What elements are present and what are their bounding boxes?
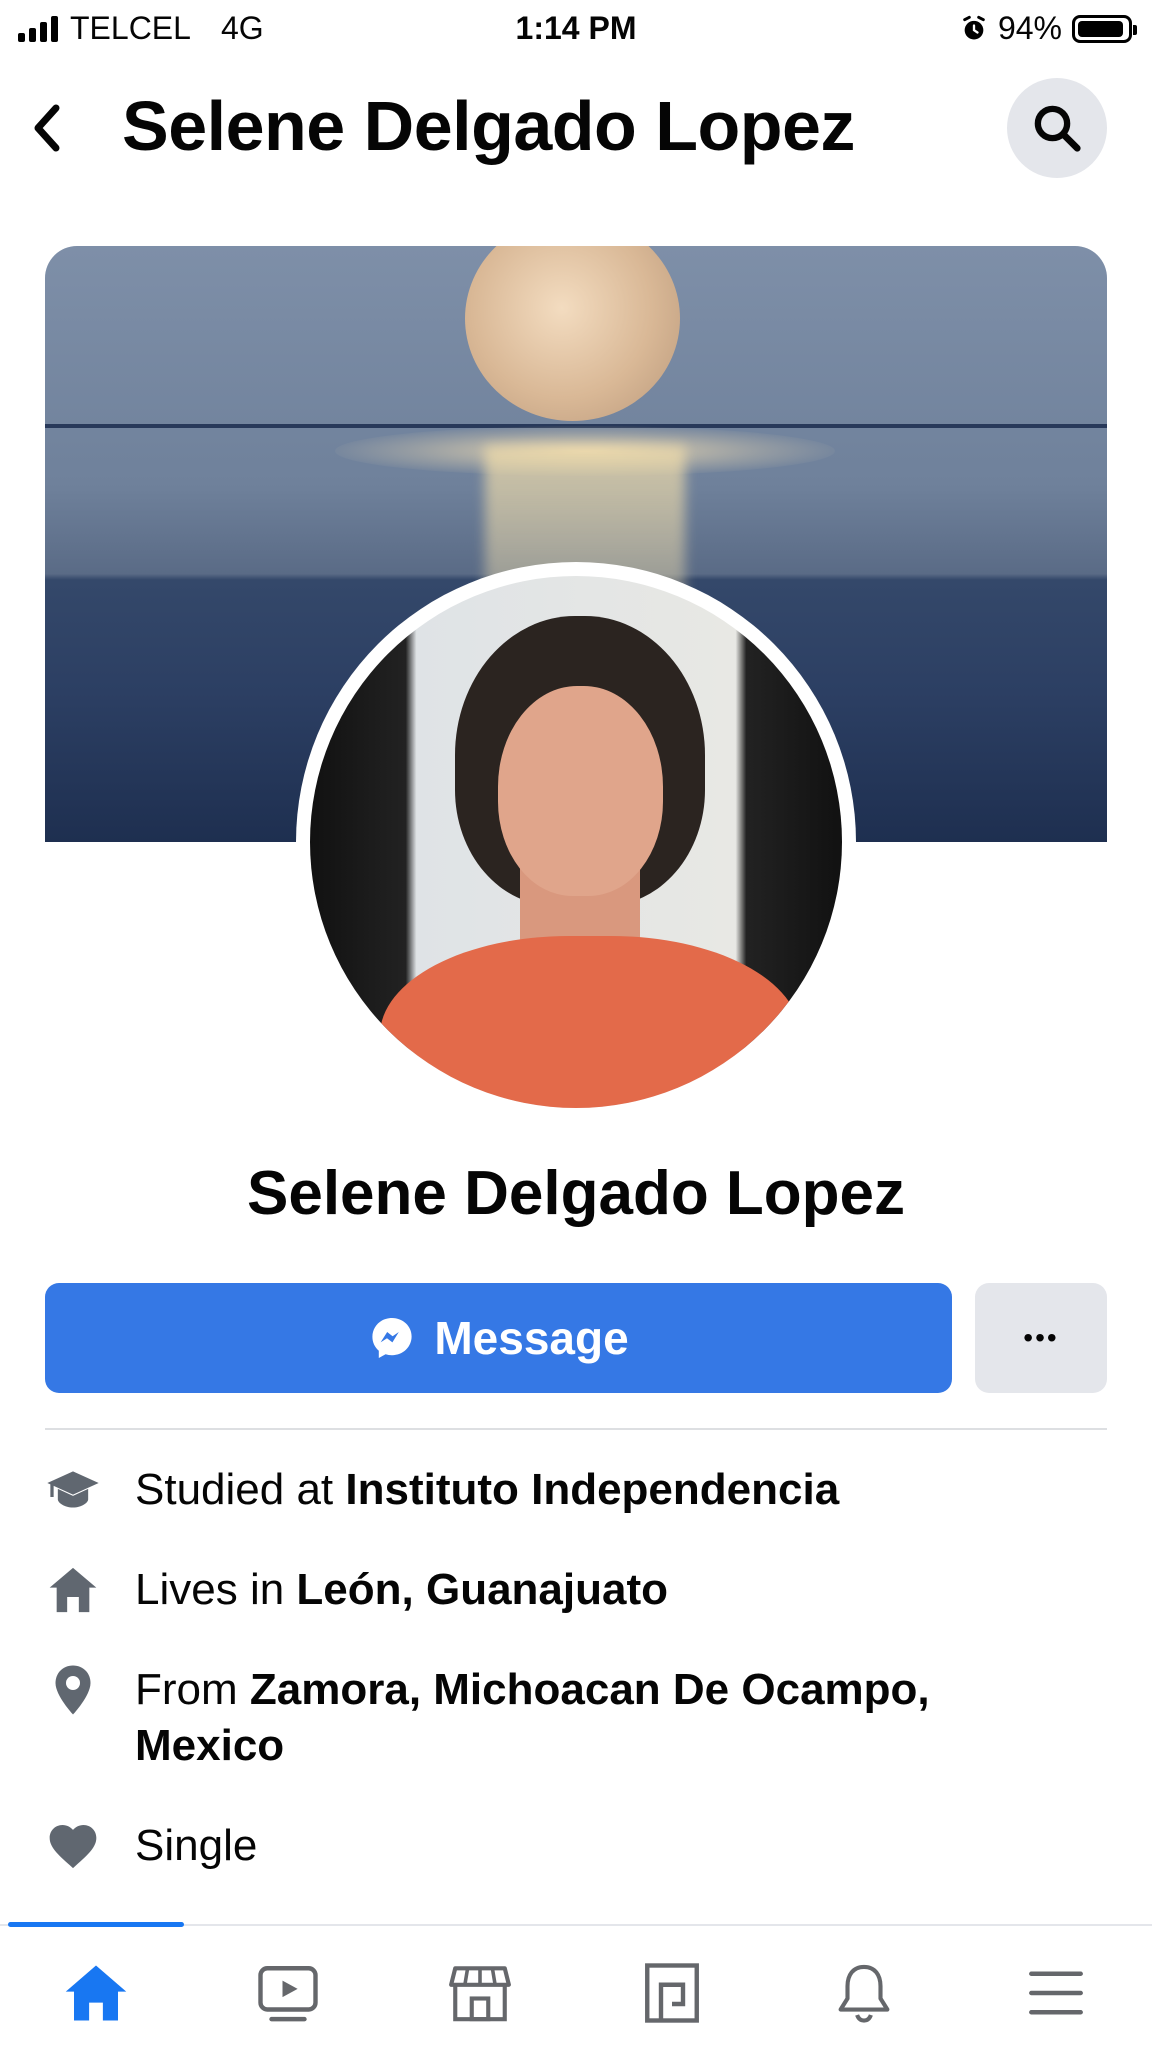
detail-education-prefix: Studied at [135, 1465, 346, 1514]
more-options-button[interactable]: ••• [975, 1283, 1107, 1393]
more-dots-icon: ••• [1023, 1322, 1059, 1353]
watch-icon [258, 1966, 318, 2022]
message-button-label: Message [434, 1312, 629, 1364]
detail-education-text: Studied at Instituto Independencia [135, 1462, 839, 1518]
detail-education-value[interactable]: Instituto Independencia [345, 1465, 839, 1514]
back-button[interactable] [28, 98, 68, 158]
detail-current-city-value[interactable]: León, Guanajuato [296, 1565, 668, 1614]
detail-hometown-prefix: From [135, 1665, 250, 1714]
tab-menu[interactable] [1016, 1958, 1096, 2028]
battery-percent: 94% [997, 10, 1062, 46]
tab-pages[interactable] [632, 1958, 712, 2028]
tab-notifications[interactable] [824, 1958, 904, 2028]
notifications-icon [838, 1964, 890, 2023]
heart-icon [45, 1818, 101, 1874]
tab-watch[interactable] [248, 1958, 328, 2028]
detail-hometown-text: From Zamora, Michoacan De Ocampo, Mexico [135, 1662, 1035, 1774]
search-icon [1034, 105, 1081, 152]
profile-name: Selene Delgado Lopez [246, 1159, 906, 1228]
tab-marketplace[interactable] [440, 1958, 520, 2028]
marketplace-icon [449, 1966, 511, 2022]
moon-graphic [465, 246, 680, 421]
pages-icon [645, 1963, 699, 2023]
active-tab-indicator [8, 1922, 184, 1927]
status-right: 94% [960, 10, 1137, 47]
profile-picture[interactable] [310, 576, 842, 1108]
battery-fill [1078, 20, 1124, 37]
chevron-left-icon [34, 104, 60, 152]
divider [45, 1428, 1107, 1430]
home-icon [45, 1562, 101, 1618]
avatar-shirt [380, 936, 800, 1108]
detail-relationship[interactable]: Single [45, 1818, 1107, 1874]
graduation-cap-icon [45, 1462, 101, 1518]
detail-relationship-text: Single [135, 1821, 258, 1870]
detail-current-city-prefix: Lives in [135, 1565, 297, 1614]
avatar-face [498, 686, 663, 896]
detail-current-city-text: Lives in León, Guanajuato [135, 1562, 668, 1618]
detail-education[interactable]: Studied at Instituto Independencia [45, 1462, 1107, 1518]
status-bar: TELCEL 4G 1:14 PM 94% [0, 0, 1152, 60]
tab-home[interactable] [56, 1958, 136, 2028]
battery-icon [1072, 14, 1137, 43]
bottom-tab-bar [0, 1924, 1152, 2050]
message-button[interactable]: Message [45, 1283, 952, 1393]
location-pin-icon [45, 1662, 101, 1718]
menu-icon [1029, 1971, 1083, 2015]
messenger-icon [372, 1318, 412, 1358]
detail-current-city[interactable]: Lives in León, Guanajuato [45, 1562, 1107, 1618]
header-title: Selene Delgado Lopez [122, 87, 855, 165]
detail-hometown[interactable]: From Zamora, Michoacan De Ocampo, Mexico [45, 1662, 1107, 1774]
home-icon [65, 1965, 127, 2021]
detail-hometown-value[interactable]: Zamora, Michoacan De Ocampo, Mexico [135, 1665, 930, 1770]
search-button[interactable] [1007, 78, 1107, 178]
alarm-icon [963, 15, 985, 39]
